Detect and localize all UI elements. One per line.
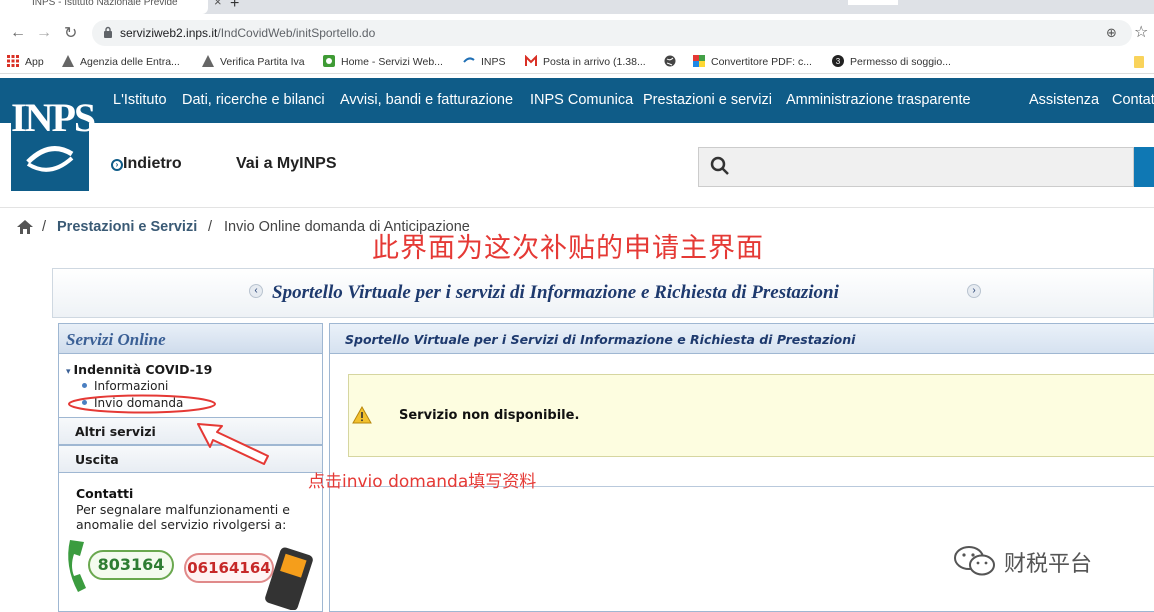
- reload-icon[interactable]: ↻: [64, 23, 77, 43]
- menu-row-uscita[interactable]: Uscita: [59, 445, 322, 473]
- bookmark-partita-iva[interactable]: Verifica Partita Iva: [202, 55, 305, 68]
- uscita-label: Uscita: [75, 452, 119, 467]
- logo-text: INPS: [11, 95, 96, 140]
- bookmark-label: App: [25, 56, 44, 68]
- servizi-online-title: Servizi Online: [66, 330, 166, 349]
- toll-free-number: 803164: [88, 550, 174, 580]
- contatti-description: Per segnalare malfunzionamenti e anomali…: [76, 502, 290, 532]
- annotation-circle: [68, 394, 216, 414]
- bookmark-servizi-web[interactable]: Home - Servizi Web...: [323, 55, 443, 68]
- browser-tab[interactable]: INPS - Istituto Nazionale Previde: [0, 0, 208, 14]
- wechat-icon: [954, 546, 995, 576]
- altri-servizi-label: Altri servizi: [75, 424, 156, 439]
- forward-arrow-icon[interactable]: →: [36, 24, 52, 42]
- mobile-number: 06164164: [184, 553, 274, 583]
- annotation-arrow: [197, 423, 269, 465]
- mobile-phone-icon: [265, 547, 313, 610]
- browser-tabstrip: INPS - Istituto Nazionale Previde × +: [0, 0, 1154, 14]
- main-panel-title: Sportello Virtuale per i Servizi di Info…: [345, 332, 856, 347]
- chevron-left-icon[interactable]: ‹: [249, 284, 263, 298]
- nav-contatti[interactable]: Contat: [1112, 92, 1154, 108]
- annotation-bottom: 点击invio domanda填写资料: [308, 472, 537, 492]
- notice-text: Servizio non disponibile.: [399, 408, 580, 423]
- nav-prestazioni[interactable]: Prestazioni e servizi: [643, 92, 772, 108]
- lock-icon: [104, 26, 112, 38]
- sportello-title: Sportello Virtuale per i servizi di Info…: [272, 282, 839, 303]
- servizi-online-header: Servizi Online: [59, 324, 322, 354]
- apps-grid-icon: [7, 55, 19, 67]
- home-icon[interactable]: [17, 220, 33, 234]
- pdf-converter-icon: [693, 55, 705, 67]
- bookmark-apps[interactable]: App: [7, 55, 44, 68]
- nav-trasparenza[interactable]: Amministrazione trasparente: [786, 92, 971, 108]
- myinps-link[interactable]: Vai a MyINPS: [236, 155, 337, 173]
- agenzia-icon: [62, 55, 74, 67]
- main-panel-header: Sportello Virtuale per i Servizi di Info…: [330, 324, 1154, 354]
- gmail-icon: [525, 55, 537, 66]
- bookmark-globe[interactable]: [664, 55, 682, 68]
- inps-swoosh-icon: [463, 57, 475, 63]
- breadcrumb-prestazioni[interactable]: Prestazioni e Servizi: [57, 219, 197, 235]
- bookmark-label: Verifica Partita Iva: [220, 56, 305, 68]
- folder-icon[interactable]: [1134, 56, 1144, 68]
- globe-icon: [664, 55, 676, 67]
- watermark-text: 财税平台: [1004, 552, 1093, 577]
- menu-link-informazioni[interactable]: Informazioni: [82, 379, 168, 393]
- nav-avvisi[interactable]: Avvisi, bandi e fatturazione: [340, 92, 513, 108]
- site-search-input[interactable]: [698, 147, 1134, 187]
- bookmark-pdf[interactable]: Convertitore PDF: c...: [693, 55, 812, 68]
- inps-logo[interactable]: INPS: [11, 82, 96, 191]
- chevron-down-icon: ▾: [66, 367, 71, 377]
- header-divider: [0, 207, 1154, 208]
- bookmark-label: Posta in arrivo (1.38...: [543, 56, 646, 68]
- covid-group-label: Indennità COVID-19: [73, 362, 213, 377]
- contatti-title: Contatti: [76, 486, 134, 501]
- search-icon: [710, 156, 729, 175]
- bookmark-gmail[interactable]: Posta in arrivo (1.38...: [525, 55, 646, 68]
- warning-icon: [352, 406, 372, 424]
- covid-group-title[interactable]: ▾ Indennità COVID-19: [66, 362, 212, 377]
- bookmark-label: Convertitore PDF: c...: [711, 56, 812, 68]
- search-button[interactable]: [1134, 147, 1154, 187]
- nav-comunica[interactable]: INPS Comunica: [530, 92, 633, 108]
- menu-row-altri-servizi[interactable]: Altri servizi: [59, 417, 322, 445]
- bookmark-label: Agenzia delle Entra...: [80, 56, 180, 68]
- bookmark-agenzia[interactable]: Agenzia delle Entra...: [62, 55, 180, 68]
- nav-dati[interactable]: Dati, ricerche e bilanci: [182, 92, 325, 108]
- bookmark-label: Permesso di soggio...: [850, 56, 951, 68]
- logo-swoosh-icon: [26, 146, 74, 172]
- zoom-icon[interactable]: ⊕: [1106, 25, 1117, 41]
- bookmark-label: Home - Servizi Web...: [341, 56, 443, 68]
- url-text[interactable]: serviziweb2.inps.it/IndCovidWeb/initSpor…: [120, 26, 375, 40]
- bookmark-permesso[interactable]: 3 Permesso di soggio...: [832, 55, 951, 68]
- chevron-right-icon[interactable]: ›: [967, 284, 981, 298]
- annotation-top: 此界面为这次补贴的申请主界面: [372, 233, 764, 264]
- bookmark-label: INPS: [481, 56, 506, 68]
- tab-title: INPS - Istituto Nazionale Previde: [32, 0, 178, 8]
- nav-assistenza[interactable]: Assistenza: [1029, 92, 1099, 108]
- new-tab-icon[interactable]: +: [230, 0, 239, 13]
- url-path: /IndCovidWeb/initSportello.do: [217, 26, 376, 40]
- breadcrumb-separator: /: [42, 219, 47, 235]
- nav-istituto[interactable]: L'Istituto: [113, 92, 167, 108]
- url-host: serviziweb2.inps.it: [120, 26, 218, 40]
- browser-tab-ghost: [848, 0, 898, 5]
- back-circle-icon: ›: [111, 159, 123, 171]
- agenzia-icon: [202, 55, 214, 67]
- svg-text:3: 3: [836, 57, 841, 66]
- servizi-web-icon: [323, 55, 335, 67]
- permesso-icon: 3: [832, 55, 844, 67]
- breadcrumb-separator: /: [208, 219, 213, 235]
- bookmark-inps[interactable]: INPS: [463, 55, 506, 68]
- close-tab-icon[interactable]: ×: [214, 0, 222, 9]
- bookmark-star-icon[interactable]: ☆: [1134, 22, 1148, 42]
- back-link[interactable]: › Indietro: [111, 155, 182, 173]
- back-label: Indietro: [123, 155, 182, 172]
- back-arrow-icon[interactable]: ←: [10, 24, 26, 42]
